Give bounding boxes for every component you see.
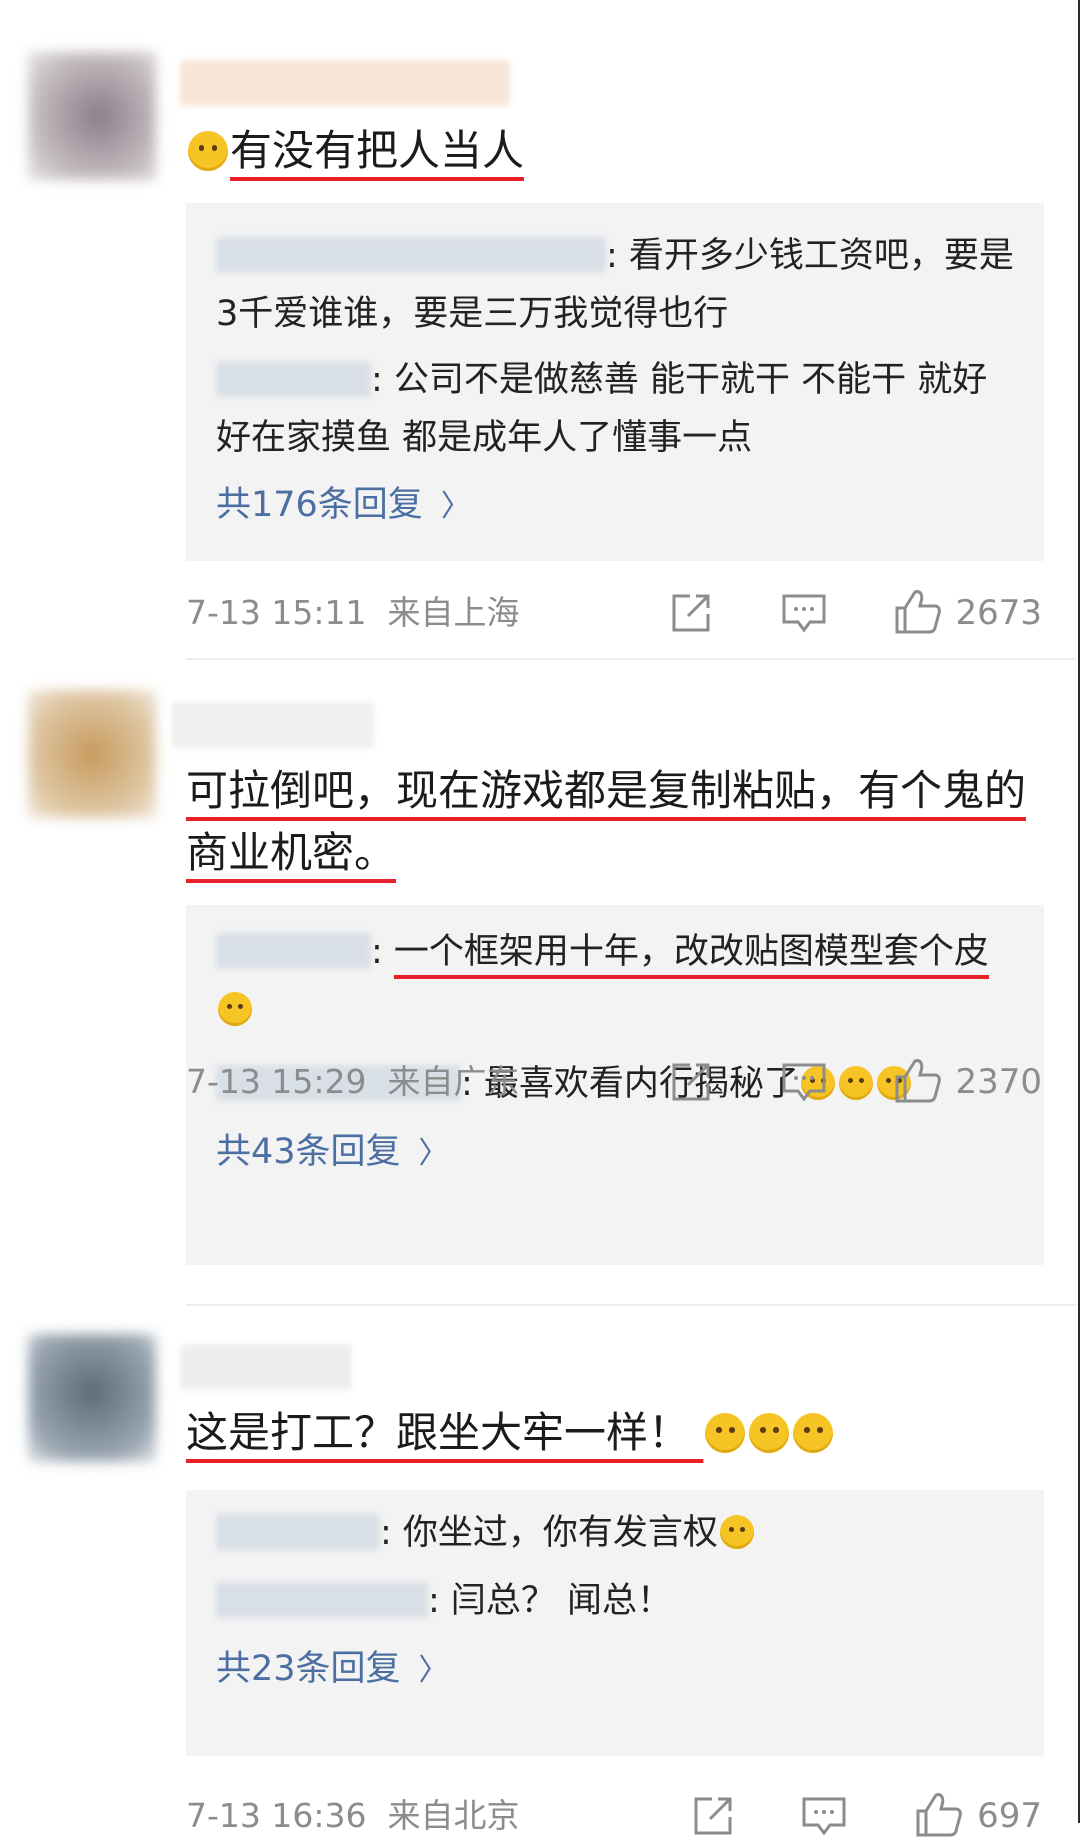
username-blurred[interactable] — [180, 1344, 352, 1390]
reply-username-blurred — [216, 361, 371, 397]
emoji-sweat-smile-icon — [218, 992, 252, 1026]
avatar[interactable] — [28, 1334, 156, 1462]
view-more-replies-link[interactable]: 共176条回复〉 — [216, 476, 471, 536]
reply-box[interactable]: : 看开多少钱工资吧，要是3千爱谁谁，要是三万我觉得也行 : 公司不是做慈善 能… — [186, 203, 1044, 561]
like-count: 697 — [977, 1796, 1042, 1836]
comment-item: 这是打工？跟坐大牢一样！ : 你坐过，你有发言权 : 闫总？ 闻总！ 共23条回… — [0, 1306, 1076, 1837]
comment-meta: 7-13 15:11 来自上海 — [186, 593, 520, 632]
emoji-cry-laugh-icon — [838, 1066, 873, 1100]
view-more-replies-link[interactable]: 共23条回复〉 — [216, 1640, 449, 1700]
reply-username-blurred — [216, 1514, 380, 1550]
username-blurred[interactable] — [172, 702, 374, 748]
emoji-sweat-smile-icon — [188, 131, 228, 171]
emoji-smile-icon — [749, 1413, 790, 1453]
avatar[interactable] — [28, 690, 156, 818]
chevron-right-icon: 〉 — [418, 1136, 449, 1171]
comment-meta: 7-13 15:29 来自广东 — [186, 1062, 520, 1101]
like-icon[interactable] — [893, 1055, 943, 1105]
like-count: 2673 — [955, 593, 1042, 633]
reply-item[interactable]: : 公司不是做慈善 能干就干 不能干 就好好在家摸鱼 都是成年人了懂事一点 — [216, 351, 1016, 467]
comment-icon[interactable] — [780, 1059, 828, 1105]
like-count: 2370 — [955, 1062, 1042, 1102]
emoji-think-icon — [719, 1515, 754, 1549]
like-icon[interactable] — [893, 586, 943, 636]
view-more-replies-link[interactable]: 共43条回复〉 — [216, 1123, 449, 1183]
reply-item[interactable]: : 一个框架用十年，改改贴图模型套个皮 — [216, 923, 1016, 1039]
share-icon[interactable] — [668, 1059, 714, 1105]
reply-box[interactable]: : 你坐过，你有发言权 : 闫总？ 闻总！ 共23条回复〉 — [186, 1490, 1044, 1756]
reply-username-blurred — [216, 1582, 428, 1618]
emoji-smile-icon — [705, 1413, 746, 1453]
emoji-smile-icon — [793, 1413, 834, 1453]
comment-icon[interactable] — [780, 590, 828, 636]
comment-icon[interactable] — [800, 1793, 848, 1839]
share-icon[interactable] — [668, 590, 714, 636]
chevron-right-icon: 〉 — [418, 1653, 449, 1688]
comment-item: 有没有把人当人 : 看开多少钱工资吧，要是3千爱谁谁，要是三万我觉得也行 : 公… — [0, 0, 1076, 660]
avatar[interactable] — [28, 52, 156, 180]
username-blurred[interactable] — [180, 60, 510, 106]
reply-username-blurred — [216, 933, 371, 969]
comment-text: 有没有把人当人 — [186, 120, 1046, 182]
share-icon[interactable] — [690, 1793, 736, 1839]
reply-item[interactable]: : 闫总？ 闻总！ — [216, 1572, 1016, 1630]
comment-text: 这是打工？跟坐大牢一样！ — [186, 1402, 1046, 1464]
comment-meta: 7-13 16:36 来自北京 — [186, 1796, 520, 1835]
reply-item[interactable]: : 看开多少钱工资吧，要是3千爱谁谁，要是三万我觉得也行 — [216, 227, 1016, 343]
reply-item[interactable]: : 你坐过，你有发言权 — [216, 1504, 1016, 1562]
comment-item: 可拉倒吧，现在游戏都是复制粘贴，有个鬼的商业机密。 : 一个框架用十年，改改贴图… — [0, 660, 1076, 1306]
reply-username-blurred — [216, 237, 606, 273]
comment-text: 可拉倒吧，现在游戏都是复制粘贴，有个鬼的商业机密。 — [186, 766, 1027, 877]
chevron-right-icon: 〉 — [440, 489, 471, 524]
